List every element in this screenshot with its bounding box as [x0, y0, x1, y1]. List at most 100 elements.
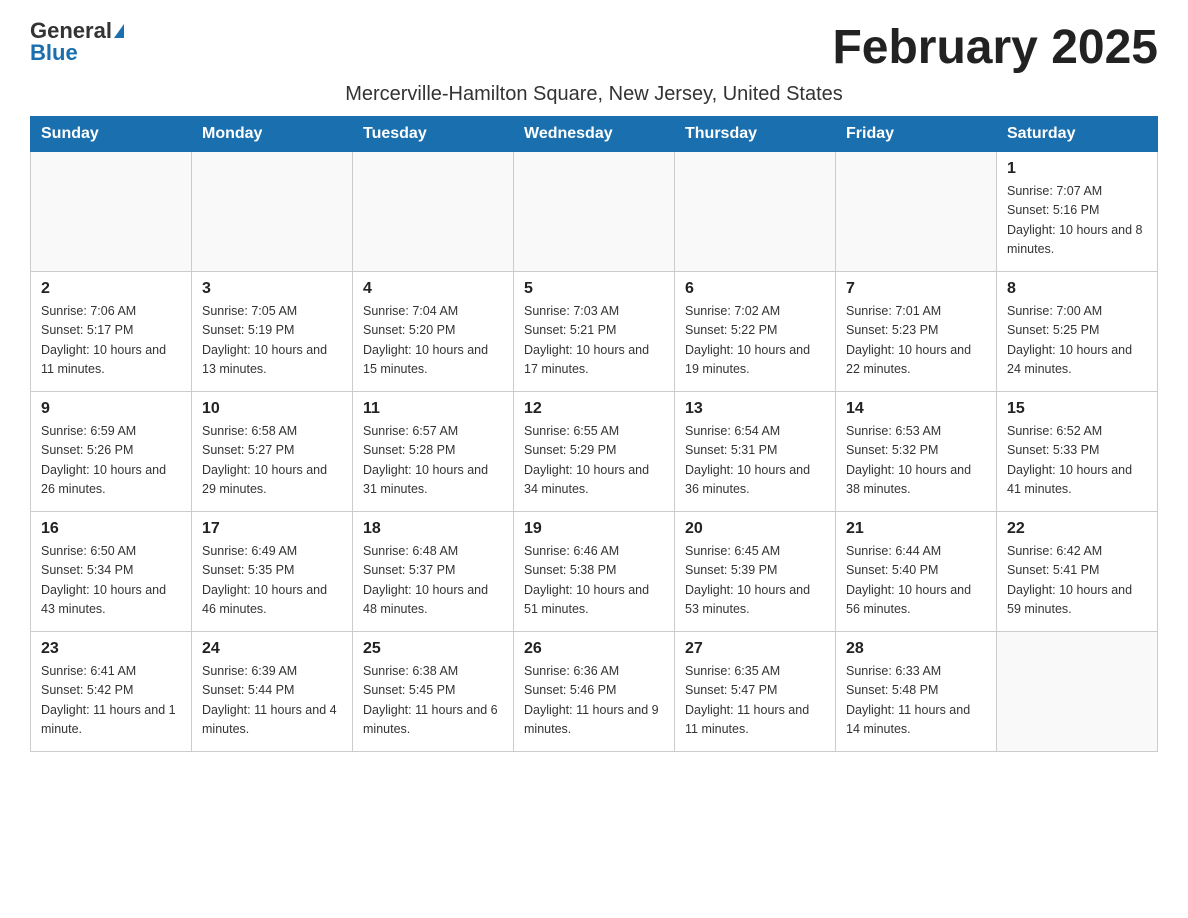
- calendar-cell: 16 Sunrise: 6:50 AM Sunset: 5:34 PM Dayli…: [31, 512, 192, 632]
- day-info: Sunrise: 6:42 AM Sunset: 5:41 PM Dayligh…: [1007, 542, 1147, 620]
- day-number: 14: [846, 400, 986, 418]
- day-info: Sunrise: 6:33 AM Sunset: 5:48 PM Dayligh…: [846, 662, 986, 740]
- calendar-cell: 23 Sunrise: 6:41 AM Sunset: 5:42 PM Dayli…: [31, 632, 192, 752]
- day-number: 9: [41, 400, 181, 418]
- logo-general-text: General: [30, 20, 112, 42]
- calendar-cell: 10 Sunrise: 6:58 AM Sunset: 5:27 PM Dayli…: [192, 392, 353, 512]
- calendar-cell: 21 Sunrise: 6:44 AM Sunset: 5:40 PM Dayli…: [836, 512, 997, 632]
- calendar-cell: 2 Sunrise: 7:06 AM Sunset: 5:17 PM Daylig…: [31, 272, 192, 392]
- day-info: Sunrise: 7:05 AM Sunset: 5:19 PM Dayligh…: [202, 302, 342, 380]
- calendar-cell: 4 Sunrise: 7:04 AM Sunset: 5:20 PM Daylig…: [353, 272, 514, 392]
- day-info: Sunrise: 6:59 AM Sunset: 5:26 PM Dayligh…: [41, 422, 181, 500]
- day-number: 12: [524, 400, 664, 418]
- calendar-cell: [997, 632, 1158, 752]
- day-number: 4: [363, 280, 503, 298]
- day-info: Sunrise: 6:46 AM Sunset: 5:38 PM Dayligh…: [524, 542, 664, 620]
- calendar-cell: 3 Sunrise: 7:05 AM Sunset: 5:19 PM Daylig…: [192, 272, 353, 392]
- day-number: 16: [41, 520, 181, 538]
- weekday-header-thursday: Thursday: [675, 117, 836, 152]
- logo-blue-text: Blue: [30, 42, 78, 64]
- day-info: Sunrise: 6:57 AM Sunset: 5:28 PM Dayligh…: [363, 422, 503, 500]
- day-info: Sunrise: 6:41 AM Sunset: 5:42 PM Dayligh…: [41, 662, 181, 740]
- day-number: 8: [1007, 280, 1147, 298]
- day-number: 21: [846, 520, 986, 538]
- day-info: Sunrise: 7:00 AM Sunset: 5:25 PM Dayligh…: [1007, 302, 1147, 380]
- month-year-title: February 2025: [832, 20, 1158, 75]
- day-number: 5: [524, 280, 664, 298]
- day-info: Sunrise: 7:07 AM Sunset: 5:16 PM Dayligh…: [1007, 182, 1147, 260]
- day-info: Sunrise: 7:03 AM Sunset: 5:21 PM Dayligh…: [524, 302, 664, 380]
- day-number: 20: [685, 520, 825, 538]
- weekday-header-sunday: Sunday: [31, 117, 192, 152]
- calendar-cell: 24 Sunrise: 6:39 AM Sunset: 5:44 PM Dayli…: [192, 632, 353, 752]
- calendar-cell: 20 Sunrise: 6:45 AM Sunset: 5:39 PM Dayli…: [675, 512, 836, 632]
- location-subtitle: Mercerville-Hamilton Square, New Jersey,…: [30, 83, 1158, 106]
- calendar-cell: 19 Sunrise: 6:46 AM Sunset: 5:38 PM Dayli…: [514, 512, 675, 632]
- calendar-cell: 18 Sunrise: 6:48 AM Sunset: 5:37 PM Dayli…: [353, 512, 514, 632]
- calendar-cell: 12 Sunrise: 6:55 AM Sunset: 5:29 PM Dayli…: [514, 392, 675, 512]
- calendar-cell: 15 Sunrise: 6:52 AM Sunset: 5:33 PM Dayli…: [997, 392, 1158, 512]
- weekday-header-wednesday: Wednesday: [514, 117, 675, 152]
- calendar-cell: 17 Sunrise: 6:49 AM Sunset: 5:35 PM Dayli…: [192, 512, 353, 632]
- calendar-cell: 25 Sunrise: 6:38 AM Sunset: 5:45 PM Dayli…: [353, 632, 514, 752]
- day-number: 1: [1007, 160, 1147, 178]
- day-number: 17: [202, 520, 342, 538]
- calendar-table: SundayMondayTuesdayWednesdayThursdayFrid…: [30, 116, 1158, 752]
- calendar-cell: [675, 152, 836, 272]
- day-number: 11: [363, 400, 503, 418]
- calendar-cell: 8 Sunrise: 7:00 AM Sunset: 5:25 PM Daylig…: [997, 272, 1158, 392]
- day-info: Sunrise: 6:54 AM Sunset: 5:31 PM Dayligh…: [685, 422, 825, 500]
- day-number: 13: [685, 400, 825, 418]
- day-number: 24: [202, 640, 342, 658]
- day-info: Sunrise: 6:48 AM Sunset: 5:37 PM Dayligh…: [363, 542, 503, 620]
- day-number: 2: [41, 280, 181, 298]
- day-info: Sunrise: 6:58 AM Sunset: 5:27 PM Dayligh…: [202, 422, 342, 500]
- day-info: Sunrise: 6:39 AM Sunset: 5:44 PM Dayligh…: [202, 662, 342, 740]
- day-number: 22: [1007, 520, 1147, 538]
- day-number: 3: [202, 280, 342, 298]
- calendar-cell: 27Sunrise: 6:35 AM Sunset: 5:47 PM Dayli…: [675, 632, 836, 752]
- day-number: 23: [41, 640, 181, 658]
- weekday-header-saturday: Saturday: [997, 117, 1158, 152]
- day-number: 19: [524, 520, 664, 538]
- day-info: Sunrise: 6:44 AM Sunset: 5:40 PM Dayligh…: [846, 542, 986, 620]
- day-number: 15: [1007, 400, 1147, 418]
- weekday-header-friday: Friday: [836, 117, 997, 152]
- calendar-cell: 26 Sunrise: 6:36 AM Sunset: 5:46 PM Dayli…: [514, 632, 675, 752]
- calendar-cell: [353, 152, 514, 272]
- day-info: Sunrise: 6:52 AM Sunset: 5:33 PM Dayligh…: [1007, 422, 1147, 500]
- calendar-cell: [514, 152, 675, 272]
- day-info: Sunrise: 6:45 AM Sunset: 5:39 PM Dayligh…: [685, 542, 825, 620]
- logo: General Blue: [30, 20, 124, 64]
- day-info: Sunrise: 7:06 AM Sunset: 5:17 PM Dayligh…: [41, 302, 181, 380]
- day-number: 10: [202, 400, 342, 418]
- calendar-cell: 5 Sunrise: 7:03 AM Sunset: 5:21 PM Daylig…: [514, 272, 675, 392]
- day-info: Sunrise: 7:02 AM Sunset: 5:22 PM Dayligh…: [685, 302, 825, 380]
- day-info: Sunrise: 6:50 AM Sunset: 5:34 PM Dayligh…: [41, 542, 181, 620]
- day-info: Sunrise: 6:36 AM Sunset: 5:46 PM Dayligh…: [524, 662, 664, 740]
- day-info: Sunrise: 7:04 AM Sunset: 5:20 PM Dayligh…: [363, 302, 503, 380]
- calendar-cell: 13 Sunrise: 6:54 AM Sunset: 5:31 PM Dayli…: [675, 392, 836, 512]
- calendar-cell: 11 Sunrise: 6:57 AM Sunset: 5:28 PM Dayli…: [353, 392, 514, 512]
- day-number: 26: [524, 640, 664, 658]
- calendar-cell: [31, 152, 192, 272]
- day-number: 6: [685, 280, 825, 298]
- weekday-header-monday: Monday: [192, 117, 353, 152]
- logo-triangle-icon: [114, 24, 124, 38]
- calendar-cell: 22 Sunrise: 6:42 AM Sunset: 5:41 PM Dayli…: [997, 512, 1158, 632]
- weekday-header-tuesday: Tuesday: [353, 117, 514, 152]
- day-info: Sunrise: 6:35 AM Sunset: 5:47 PM Dayligh…: [685, 662, 825, 740]
- day-number: 25: [363, 640, 503, 658]
- day-info: Sunrise: 6:49 AM Sunset: 5:35 PM Dayligh…: [202, 542, 342, 620]
- day-info: Sunrise: 6:55 AM Sunset: 5:29 PM Dayligh…: [524, 422, 664, 500]
- day-number: 18: [363, 520, 503, 538]
- day-info: Sunrise: 7:01 AM Sunset: 5:23 PM Dayligh…: [846, 302, 986, 380]
- calendar-cell: 9 Sunrise: 6:59 AM Sunset: 5:26 PM Daylig…: [31, 392, 192, 512]
- day-number: 28: [846, 640, 986, 658]
- calendar-cell: 28 Sunrise: 6:33 AM Sunset: 5:48 PM Dayli…: [836, 632, 997, 752]
- calendar-cell: 14Sunrise: 6:53 AM Sunset: 5:32 PM Dayli…: [836, 392, 997, 512]
- calendar-cell: [192, 152, 353, 272]
- calendar-cell: 6 Sunrise: 7:02 AM Sunset: 5:22 PM Daylig…: [675, 272, 836, 392]
- day-info: Sunrise: 6:38 AM Sunset: 5:45 PM Dayligh…: [363, 662, 503, 740]
- day-number: 7: [846, 280, 986, 298]
